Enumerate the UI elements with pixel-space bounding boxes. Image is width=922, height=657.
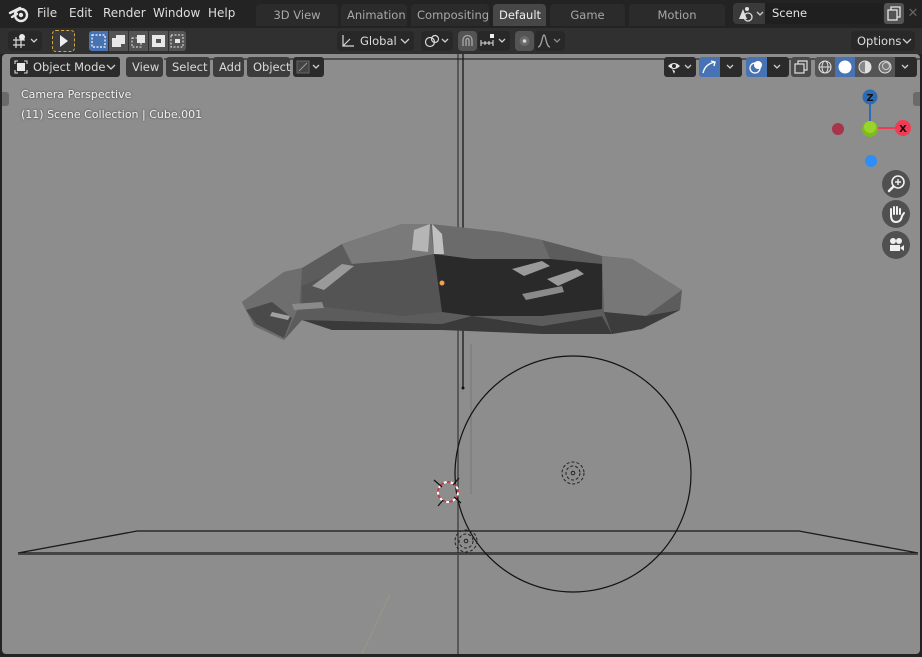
shading-material-button[interactable] [855, 57, 875, 77]
shading-wireframe-button[interactable] [815, 57, 835, 77]
menu-window[interactable]: Window [153, 6, 200, 20]
workspace-tab-game-logic[interactable]: Game Logic [550, 4, 625, 44]
new-scene-button[interactable] [884, 3, 904, 24]
select-mode-intersect[interactable] [169, 31, 186, 51]
mode-dropdown[interactable]: Object Mode [10, 57, 120, 77]
chevron-down-icon [400, 38, 410, 44]
options-dropdown[interactable]: Options [851, 31, 915, 51]
viewport-scene [17, 54, 920, 654]
menu-view[interactable]: View [126, 57, 163, 77]
snap-toggle[interactable] [458, 31, 477, 51]
transform-orientation-dropdown[interactable]: Global [337, 31, 414, 51]
scene-name-field[interactable]: Scene [765, 3, 883, 24]
pan-view-button[interactable] [882, 200, 910, 228]
workspace-tab-default[interactable]: Default [493, 4, 546, 26]
menu-add[interactable]: Add [213, 57, 244, 77]
menu-edit[interactable]: Edit [69, 6, 92, 20]
transform-pivot-dropdown[interactable] [8, 31, 42, 51]
overlays-toggle[interactable] [746, 57, 767, 77]
proportional-editing-toggle[interactable] [515, 31, 534, 51]
menu-object[interactable]: Object [247, 57, 290, 77]
xray-toggle[interactable] [791, 57, 811, 77]
orientation-axes-icon [342, 35, 354, 47]
object-mode-icon [14, 60, 28, 74]
navigation-gizmo[interactable]: Z X [828, 84, 920, 174]
spaceship-mesh [242, 224, 682, 340]
3d-viewport[interactable]: Object Mode View Select Add Object Camer… [2, 54, 920, 654]
pivot-point-dropdown[interactable] [421, 31, 453, 51]
neg-z-axis-handle [865, 155, 877, 167]
workspace-tab-compositing[interactable]: Compositing [411, 4, 489, 26]
top-bar: File Edit Render Window Help 3D View Ful… [0, 0, 922, 44]
snap-element-dropdown[interactable] [478, 31, 510, 51]
camera-icon [890, 238, 904, 251]
proportional-falloff-dropdown[interactable] [535, 31, 565, 51]
orientation-label: Global [360, 34, 397, 48]
gizmo-toggle[interactable] [699, 57, 720, 77]
select-mode-subtract[interactable] [129, 31, 148, 51]
shading-solid-button[interactable] [835, 57, 855, 77]
gizmo-dropdown[interactable] [720, 57, 742, 77]
tool-header: Global Options [0, 28, 922, 54]
view-name-label: Camera Perspective [21, 88, 132, 101]
zoom-icon [887, 175, 905, 193]
menu-help[interactable]: Help [208, 6, 235, 20]
select-mode-extend[interactable] [109, 31, 128, 51]
shading-dropdown[interactable] [895, 57, 917, 77]
camera-view-button[interactable] [882, 231, 910, 259]
chevron-down-icon [106, 64, 116, 70]
chevron-down-icon [902, 38, 912, 44]
select-mode-set[interactable] [89, 31, 108, 51]
hand-icon [890, 206, 905, 224]
scene-selector[interactable] [733, 3, 767, 24]
select-tool-button[interactable] [52, 30, 75, 52]
zoom-view-button[interactable] [882, 170, 910, 198]
workspace-tab-motion-tracking[interactable]: Motion Tracking [629, 4, 725, 44]
menu-file[interactable]: File [37, 6, 57, 20]
z-axis-label: Z [866, 93, 873, 104]
mode-label: Object Mode [33, 60, 106, 74]
menu-render[interactable]: Render [103, 6, 146, 20]
neg-x-axis-handle [832, 123, 844, 135]
blender-logo-icon[interactable] [8, 4, 30, 24]
object-gizmo-dropdown[interactable] [293, 57, 324, 77]
x-axis-label: X [899, 124, 907, 135]
menu-select[interactable]: Select [166, 57, 210, 77]
workspace-tab-animation[interactable]: Animation [341, 4, 407, 26]
overlays-dropdown[interactable] [767, 57, 789, 77]
active-object-label: (11) Scene Collection | Cube.001 [21, 108, 203, 121]
delete-scene-icon[interactable]: ✕ [906, 3, 920, 24]
light-icon [561, 461, 585, 485]
visibility-dropdown[interactable] [664, 57, 696, 77]
select-mode-difference[interactable] [149, 31, 168, 51]
sphere-outline [454, 355, 692, 593]
shading-rendered-button[interactable] [875, 57, 895, 77]
toolbar-expand-toggle[interactable] [2, 92, 9, 106]
options-label: Options [857, 34, 902, 48]
workspace-tab-3d-view-full[interactable]: 3D View Full [256, 4, 338, 44]
